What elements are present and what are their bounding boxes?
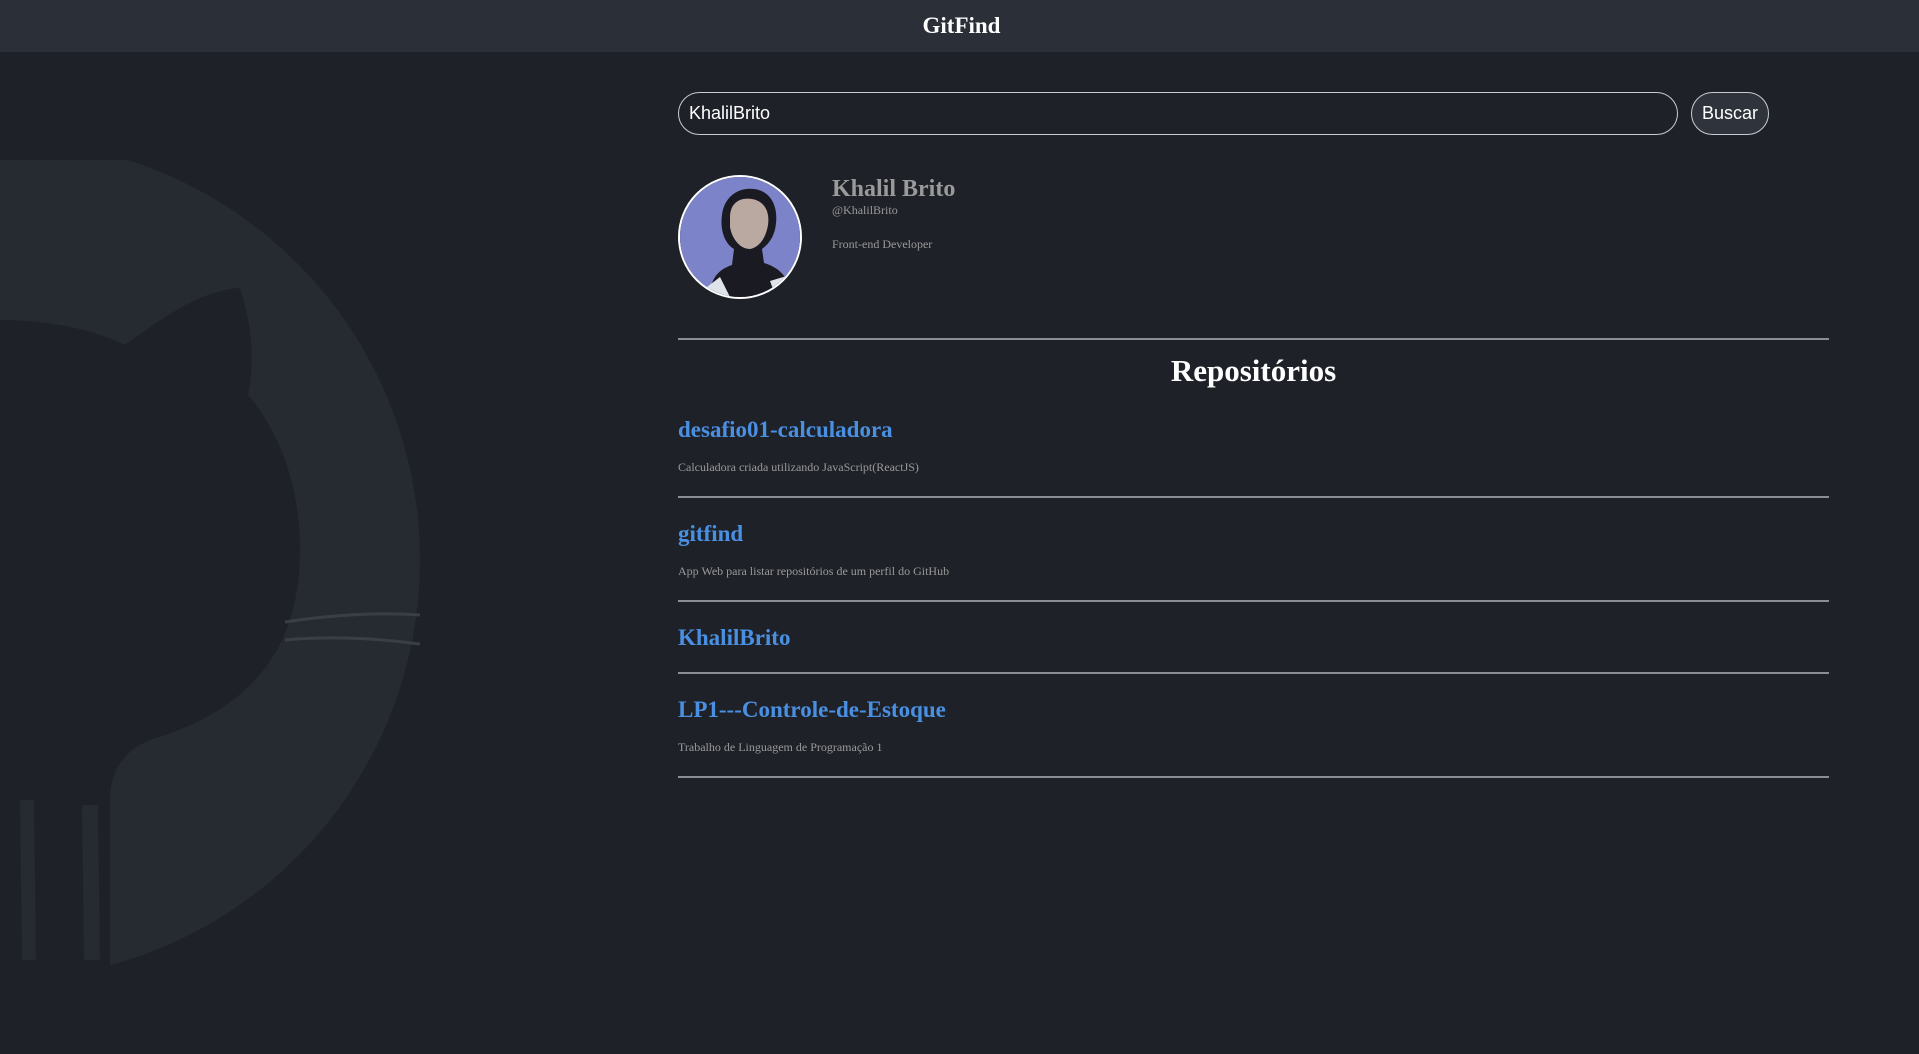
app-title: GitFind (922, 13, 1001, 38)
repository-link[interactable]: gitfind (678, 520, 743, 548)
github-octocat-icon (0, 160, 420, 980)
repository-list: desafio01-calculadora Calculadora criada… (678, 416, 1829, 778)
main-content: Buscar Khalil Brito @KhalilBrito Front-e… (678, 92, 1829, 778)
divider (678, 776, 1829, 778)
repository-description: App Web para listar repositórios de um p… (678, 564, 950, 578)
search-input[interactable] (678, 92, 1678, 135)
repository-item: desafio01-calculadora Calculadora criada… (678, 416, 1829, 498)
repository-link[interactable]: LP1---Controle-de-Estoque (678, 696, 946, 724)
repository-description: Calculadora criada utilizando JavaScript… (678, 460, 919, 474)
repository-description: Trabalho de Linguagem de Programação 1 (678, 740, 883, 754)
profile-bio: Front-end Developer (832, 237, 933, 251)
user-profile: Khalil Brito @KhalilBrito Front-end Deve… (678, 175, 1829, 299)
top-header: GitFind (0, 0, 1919, 52)
repository-item: LP1---Controle-de-Estoque Trabalho de Li… (678, 674, 1829, 778)
repository-item: KhalilBrito (678, 602, 1829, 674)
avatar (678, 175, 802, 299)
repository-item: gitfind App Web para listar repositórios… (678, 498, 1829, 602)
repositories-title: Repositórios (1170, 353, 1337, 388)
search-bar: Buscar (678, 92, 1829, 135)
profile-name: Khalil Brito (832, 176, 956, 202)
divider (678, 338, 1829, 340)
search-button[interactable]: Buscar (1691, 92, 1769, 135)
repository-link[interactable]: desafio01-calculadora (678, 416, 893, 444)
profile-info: Khalil Brito @KhalilBrito Front-end Deve… (832, 175, 955, 299)
repository-link[interactable]: KhalilBrito (678, 624, 790, 652)
profile-login: @KhalilBrito (832, 203, 898, 217)
